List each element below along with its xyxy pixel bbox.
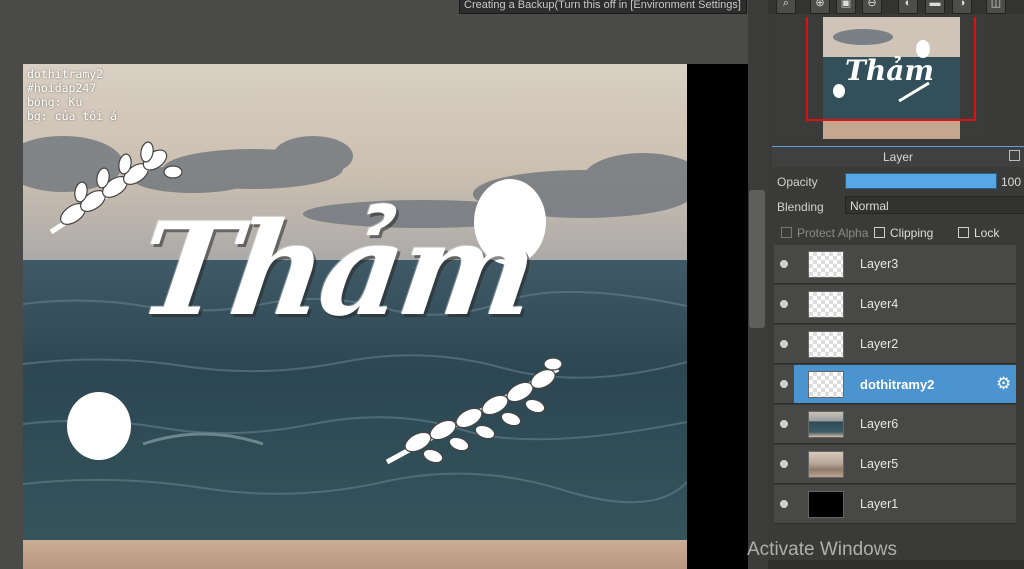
layer-panel-title: Layer <box>882 150 914 164</box>
layer-thumbnail <box>808 331 844 358</box>
layer-row-body[interactable]: dothitramy2 ⚙ <box>794 365 1016 403</box>
rotate-left-icon[interactable]: ◐ <box>898 0 918 14</box>
checkbox-box <box>874 227 885 238</box>
watermark-line: bóng: Ku <box>27 95 83 109</box>
layer-name: Layer1 <box>860 497 899 511</box>
actual-size-icon[interactable]: ▣ <box>836 0 856 14</box>
layer-thumbnail <box>808 491 844 518</box>
artwork-canvas[interactable]: dothitramy2 #hoidap247 bóng: Ku bg: của … <box>23 64 687 569</box>
lock-checkbox[interactable]: Lock <box>958 226 999 240</box>
visibility-eye-icon[interactable] <box>780 340 788 348</box>
layer-row-body[interactable]: Layer1 <box>794 485 1016 523</box>
scrollbar-thumb[interactable] <box>749 190 765 328</box>
layer-panel-header: Layer <box>772 146 1024 167</box>
checkbox-box <box>781 227 792 238</box>
opacity-label: Opacity <box>777 175 818 189</box>
clipping-checkbox[interactable]: Clipping <box>874 226 933 240</box>
layer-thumbnail <box>808 291 844 318</box>
activate-windows-watermark: Activate Windows <box>747 539 897 560</box>
layer-row-body[interactable]: Layer2 <box>794 325 1016 363</box>
blending-select[interactable]: Normal <box>845 196 1024 214</box>
layer-row-body[interactable]: Layer6 <box>794 405 1016 443</box>
zoom-fit-icon[interactable]: ⌕ <box>776 0 796 14</box>
layer-list: Layer3 Layer4 Layer2 dothitramy2 ⚙ Layer6 Laye… <box>774 245 1016 525</box>
layer-thumbnail <box>808 451 844 478</box>
protect-alpha-label: Protect Alpha <box>797 226 869 240</box>
panel-bottom-toolbar <box>768 560 1024 569</box>
layer-name: Layer3 <box>860 257 899 271</box>
layer-thumbnail <box>808 411 844 438</box>
visibility-eye-icon[interactable] <box>780 420 788 428</box>
navigator-toolbar: ⌕ ⊕ ▣ ⊖ ◐ ▬ ◑ ◫ <box>768 0 1024 14</box>
watermark-line: dothitramy2 <box>27 67 104 81</box>
layer-name: Layer5 <box>860 457 899 471</box>
layer-settings-gear-icon[interactable]: ⚙ <box>996 375 1014 393</box>
navigator-preview[interactable]: Thảm <box>772 17 988 139</box>
visibility-eye-icon[interactable] <box>780 260 788 268</box>
layer-row[interactable]: Layer1 <box>774 485 1016 524</box>
layer-name: dothitramy2 <box>860 377 935 392</box>
layer-thumbnail <box>808 371 844 398</box>
layer-row[interactable]: Layer3 <box>774 245 1016 284</box>
watermark-text: dothitramy2 #hoidap247 bóng: Ku bg: của … <box>27 67 117 123</box>
visibility-eye-icon[interactable] <box>780 380 788 388</box>
lock-label: Lock <box>974 226 1000 240</box>
navigator-viewport-frame[interactable] <box>806 17 976 121</box>
watermark-line: #hoidap247 <box>27 81 97 95</box>
protect-alpha-checkbox[interactable]: Protect Alpha <box>781 226 868 240</box>
flip-icon[interactable]: ▬ <box>925 0 945 14</box>
layer-row[interactable]: Layer2 <box>774 325 1016 364</box>
opacity-value: 100 <box>1001 175 1022 189</box>
layer-row-body[interactable]: Layer5 <box>794 445 1016 483</box>
sand <box>23 540 687 569</box>
layer-thumbnail <box>808 251 844 278</box>
layer-row[interactable]: dothitramy2 ⚙ <box>774 365 1016 404</box>
layer-row[interactable]: Layer6 <box>774 405 1016 444</box>
split-view-icon[interactable]: ◫ <box>986 0 1006 14</box>
zoom-out-icon[interactable]: ⊖ <box>862 0 882 14</box>
visibility-eye-icon[interactable] <box>780 500 788 508</box>
checkbox-box <box>958 227 969 238</box>
right-panel: ⌕ ⊕ ▣ ⊖ ◐ ▬ ◑ ◫ Thảm Layer Opacity 100 B… <box>768 0 1024 569</box>
layer-row-body[interactable]: Layer4 <box>794 285 1016 323</box>
layer-name: Layer2 <box>860 337 899 351</box>
layer-name: Layer6 <box>860 417 899 431</box>
popout-icon[interactable] <box>1009 150 1020 161</box>
visibility-eye-icon[interactable] <box>780 300 788 308</box>
layer-row[interactable]: Layer5 <box>774 445 1016 484</box>
canvas-area[interactable]: Creating a Backup(Turn this off in [Envi… <box>0 0 748 569</box>
opacity-slider[interactable] <box>845 173 997 189</box>
artwork-title-text: Thảm <box>130 195 543 345</box>
clipping-label: Clipping <box>890 226 934 240</box>
layer-row-body[interactable]: Layer3 <box>794 245 1016 283</box>
canvas-vertical-scrollbar[interactable] <box>748 0 768 569</box>
zoom-in-icon[interactable]: ⊕ <box>810 0 830 14</box>
canvas-black-margin <box>687 64 748 569</box>
layer-row[interactable]: Layer4 <box>774 285 1016 324</box>
blending-label: Blending <box>777 200 824 214</box>
layer-name: Layer4 <box>860 297 899 311</box>
backup-notification: Creating a Backup(Turn this off in [Envi… <box>459 0 747 14</box>
visibility-eye-icon[interactable] <box>780 460 788 468</box>
rotate-right-icon[interactable]: ◑ <box>952 0 972 14</box>
watermark-line: bg: của tôi á <box>27 109 118 123</box>
white-circle-left <box>67 392 131 460</box>
